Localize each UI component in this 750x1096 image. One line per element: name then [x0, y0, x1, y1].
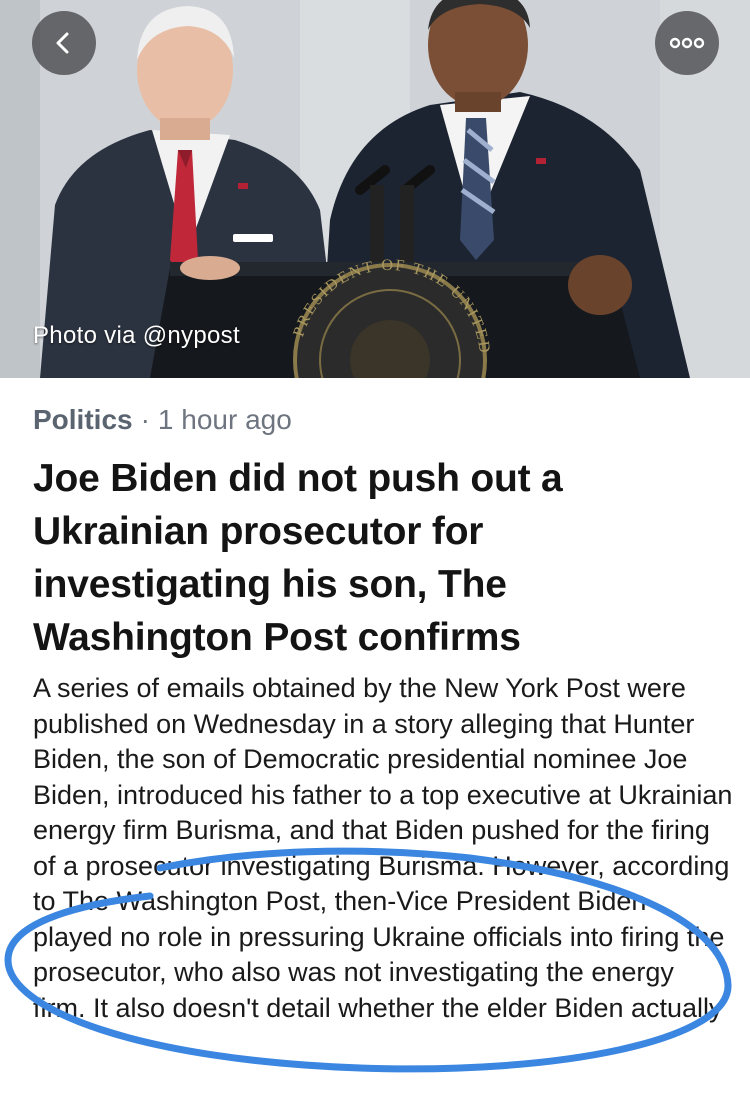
timestamp: 1 hour ago [157, 404, 292, 435]
photo-credit: Photo via @nypost [33, 322, 240, 349]
hero-photo: PRESIDENT OF THE UNITED Photo via @nypos… [0, 0, 750, 378]
article-body: A series of emails obtained by the New Y… [33, 673, 733, 1023]
chevron-left-icon [56, 32, 69, 54]
back-button[interactable] [32, 11, 96, 75]
article-headline: Joe Biden did not push out a Ukrainian p… [33, 457, 563, 659]
meta-separator: · [140, 404, 150, 435]
article-meta: Politics · 1 hour ago [33, 404, 292, 436]
more-options-button[interactable] [655, 11, 719, 75]
article-page: PRESIDENT OF THE UNITED Photo via @nypos… [0, 0, 750, 1096]
category-label[interactable]: Politics [33, 404, 133, 435]
more-dots-icon [669, 37, 705, 49]
